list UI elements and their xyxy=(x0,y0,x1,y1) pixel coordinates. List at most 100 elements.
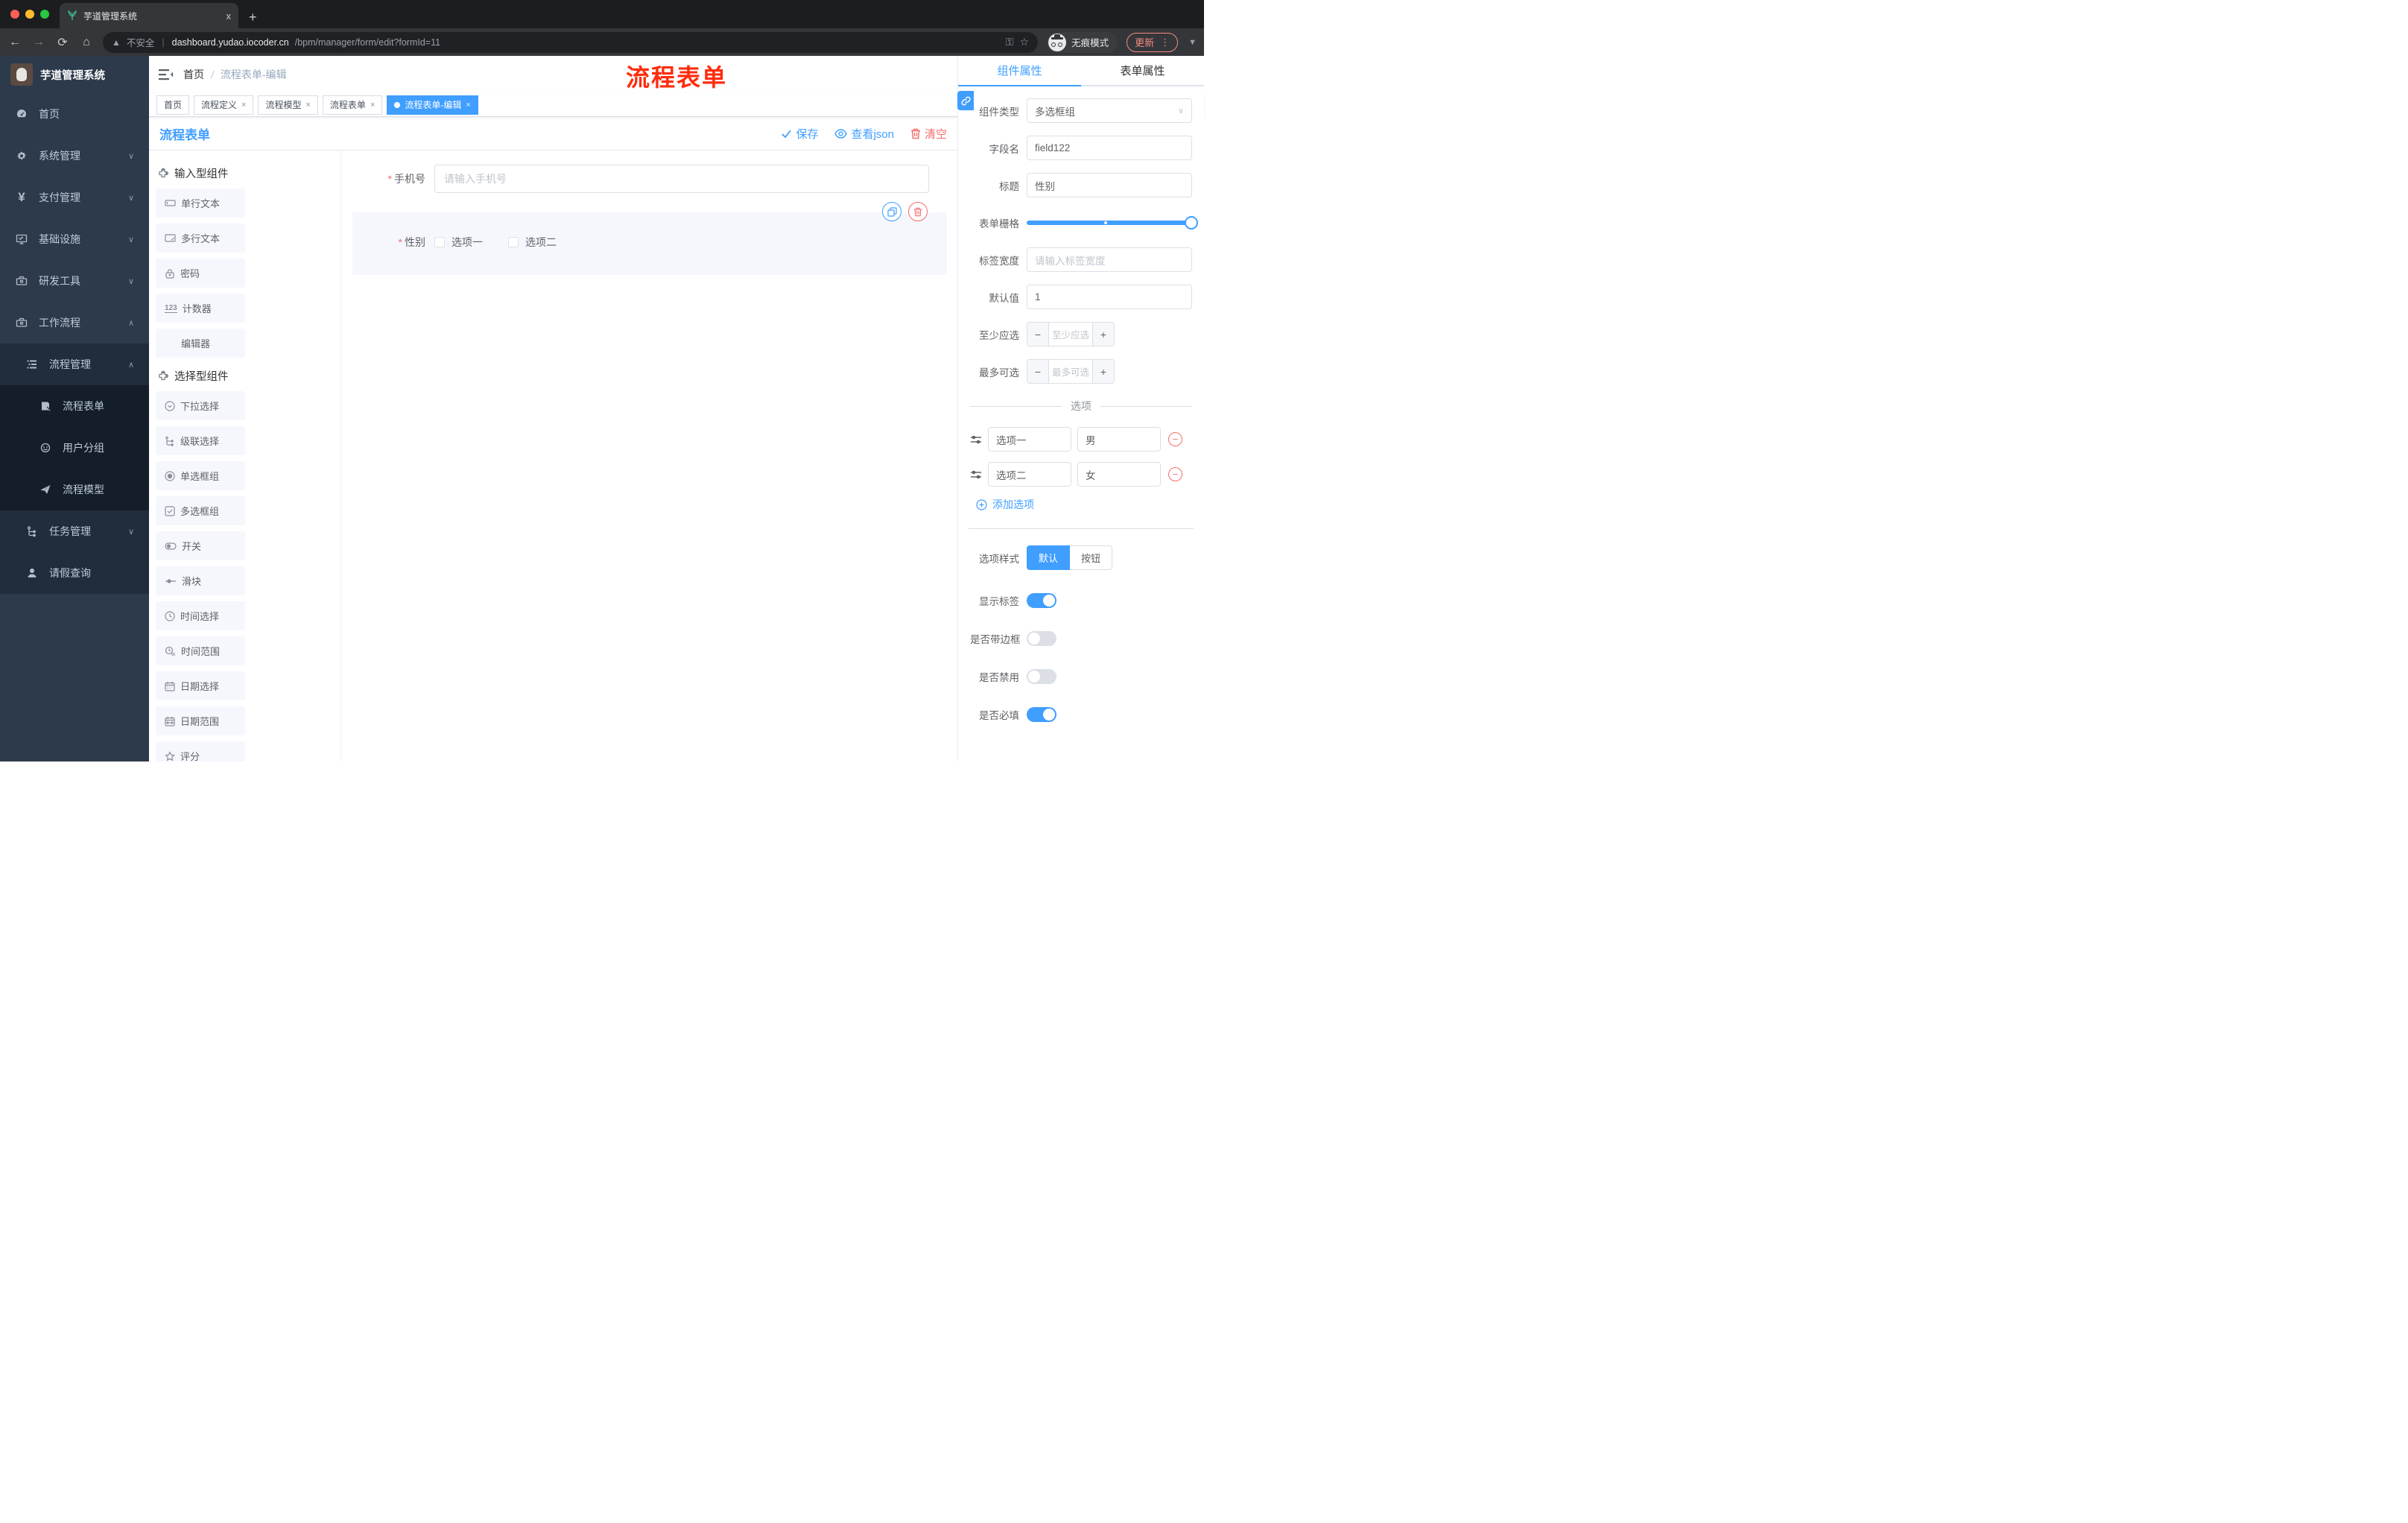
form-grid-slider[interactable] xyxy=(1027,210,1198,235)
palette-item-date-range[interactable]: 日期范围 xyxy=(156,706,245,735)
close-window-button[interactable] xyxy=(10,10,19,19)
back-icon[interactable]: ← xyxy=(7,36,22,49)
breadcrumb-home[interactable]: 首页 xyxy=(183,67,204,82)
remove-option-button[interactable]: − xyxy=(1168,467,1182,481)
chrome-caret-icon[interactable]: ▼ xyxy=(1188,38,1197,47)
remove-option-button[interactable]: − xyxy=(1168,432,1182,446)
option-name-input[interactable]: 选项一 xyxy=(988,427,1071,452)
address-bar[interactable]: ▲ 不安全 | dashboard.yudao.iocoder.cn/bpm/m… xyxy=(103,31,1039,53)
palette-item-multi-text[interactable]: 多行文本 xyxy=(156,224,245,253)
tag-close-icon[interactable]: × xyxy=(241,101,246,110)
sidebar-collapse-icon[interactable] xyxy=(149,68,183,81)
sidebar-item-home[interactable]: 首页 xyxy=(0,93,149,135)
sidebar-item-process-model[interactable]: 流程模型 xyxy=(0,469,149,510)
title-input[interactable]: 性别 xyxy=(1027,173,1192,197)
forward-icon[interactable]: → xyxy=(31,36,46,49)
palette-item-slider[interactable]: 滑块 xyxy=(156,566,245,595)
copy-component-button[interactable] xyxy=(882,202,902,221)
minimize-window-button[interactable] xyxy=(25,10,34,19)
home-icon[interactable]: ⌂ xyxy=(79,36,94,49)
checkbox[interactable] xyxy=(508,237,519,247)
option-value-input[interactable]: 男 xyxy=(1077,427,1161,452)
phone-input[interactable]: 请输入手机号 xyxy=(434,165,929,193)
palette-item-switch[interactable]: 开关 xyxy=(156,531,245,560)
view-json-button[interactable]: 查看json xyxy=(834,126,894,142)
bookmark-star-icon[interactable]: ☆ xyxy=(1020,36,1030,48)
drag-handle-icon[interactable] xyxy=(970,434,982,445)
sidebar-item-process-mgmt[interactable]: 流程管理 ∧ xyxy=(0,343,149,385)
palette-item-cascader[interactable]: 级联选择 xyxy=(156,426,245,455)
tag-close-icon[interactable]: × xyxy=(305,101,310,110)
tab-close-icon[interactable]: x xyxy=(226,10,232,22)
default-value-input[interactable]: 1 xyxy=(1027,285,1192,309)
sidebar-item-task-mgmt[interactable]: 任务管理 ∨ xyxy=(0,510,149,552)
max-select-input[interactable]: 最多可选 xyxy=(1049,360,1092,383)
component-type-select[interactable]: 多选框组 ∨ xyxy=(1027,98,1192,123)
browser-menu-icon[interactable]: ⋮ xyxy=(1160,37,1170,48)
palette-item-editor[interactable]: 编辑器 xyxy=(156,329,245,358)
drag-handle-icon[interactable] xyxy=(970,469,982,480)
update-button[interactable]: 更新 ⋮ xyxy=(1127,32,1179,52)
field-name-input[interactable]: field122 xyxy=(1027,136,1192,160)
max-select-stepper[interactable]: − 最多可选 + xyxy=(1027,359,1115,384)
show-label-switch[interactable] xyxy=(1027,593,1056,608)
option-value-input[interactable]: 女 xyxy=(1077,462,1161,487)
canvas-field-gender-selected[interactable]: 性别 选项一 选项二 xyxy=(352,202,947,275)
zoom-window-button[interactable] xyxy=(40,10,49,19)
border-switch[interactable] xyxy=(1027,631,1056,646)
tag-process-model[interactable]: 流程模型 × xyxy=(258,95,318,115)
sidebar-item-leave-query[interactable]: 请假查询 xyxy=(0,552,149,594)
palette-item-date[interactable]: 日期选择 xyxy=(156,671,245,700)
tab-component-props[interactable]: 组件属性 xyxy=(958,56,1081,86)
tag-process-form[interactable]: 流程表单 × xyxy=(322,95,383,115)
stepper-minus-button[interactable]: − xyxy=(1027,323,1049,346)
add-option-button[interactable]: 添加选项 xyxy=(976,497,1192,512)
save-button[interactable]: 保存 xyxy=(781,126,818,142)
clear-button[interactable]: 清空 xyxy=(910,126,947,142)
sidebar-item-workflow[interactable]: 工作流程 ∧ xyxy=(0,302,149,343)
palette-item-checkbox-group[interactable]: 多选框组 xyxy=(156,496,245,525)
tag-close-icon[interactable]: × xyxy=(466,101,470,110)
min-select-stepper[interactable]: − 至少应选 + xyxy=(1027,322,1115,346)
tag-close-icon[interactable]: × xyxy=(370,101,375,110)
palette-item-counter[interactable]: 123 计数器 xyxy=(156,294,245,323)
stepper-plus-button[interactable]: + xyxy=(1092,360,1114,383)
sidebar-item-user-group[interactable]: 用户分组 xyxy=(0,427,149,469)
palette-item-select[interactable]: 下拉选择 xyxy=(156,391,245,420)
browser-tab[interactable]: 芋道管理系统 x xyxy=(60,3,238,28)
palette-item-time[interactable]: 时间选择 xyxy=(156,601,245,630)
tag-home[interactable]: 首页 xyxy=(156,95,190,115)
sidebar-item-system[interactable]: 系统管理 ∨ xyxy=(0,135,149,177)
style-default-button[interactable]: 默认 xyxy=(1027,545,1071,570)
window-controls[interactable] xyxy=(0,0,60,28)
option-name-input[interactable]: 选项二 xyxy=(988,462,1071,487)
tag-process-definition[interactable]: 流程定义 × xyxy=(194,95,254,115)
palette-item-radio-group[interactable]: 单选框组 xyxy=(156,461,245,490)
palette-item-time-range[interactable]: 时间范围 xyxy=(156,636,245,665)
delete-component-button[interactable] xyxy=(908,202,928,221)
disabled-switch[interactable] xyxy=(1027,669,1056,684)
sidebar-item-payment[interactable]: ¥ 支付管理 ∨ xyxy=(0,177,149,218)
label-width-input[interactable]: 请输入标签宽度 xyxy=(1027,247,1192,272)
sidebar-item-process-form[interactable]: 流程表单 xyxy=(0,385,149,427)
stepper-plus-button[interactable]: + xyxy=(1092,323,1114,346)
gender-option-2[interactable]: 选项二 xyxy=(508,235,557,250)
min-select-input[interactable]: 至少应选 xyxy=(1049,323,1092,346)
checkbox[interactable] xyxy=(434,237,445,247)
password-key-icon[interactable]: ⚿ xyxy=(1006,36,1014,48)
slider-track[interactable] xyxy=(1027,221,1192,225)
stepper-minus-button[interactable]: − xyxy=(1027,360,1049,383)
tab-form-props[interactable]: 表单属性 xyxy=(1081,56,1204,85)
palette-item-password[interactable]: 密码 xyxy=(156,259,245,288)
palette-item-single-text[interactable]: 单行文本 xyxy=(156,189,245,218)
link-handle[interactable] xyxy=(957,91,974,110)
new-tab-button[interactable]: + xyxy=(249,10,257,28)
canvas-field-phone[interactable]: 手机号 请输入手机号 xyxy=(352,165,947,193)
slider-handle[interactable] xyxy=(1185,216,1198,229)
sidebar-item-infra[interactable]: 基础设施 ∨ xyxy=(0,218,149,260)
style-button-button[interactable]: 按钮 xyxy=(1070,545,1113,570)
palette-item-rate[interactable]: 评分 xyxy=(156,741,245,762)
sidebar-item-devtools[interactable]: 研发工具 ∨ xyxy=(0,260,149,302)
required-switch[interactable] xyxy=(1027,707,1056,722)
tag-process-form-edit[interactable]: 流程表单-编辑 × xyxy=(387,95,478,115)
